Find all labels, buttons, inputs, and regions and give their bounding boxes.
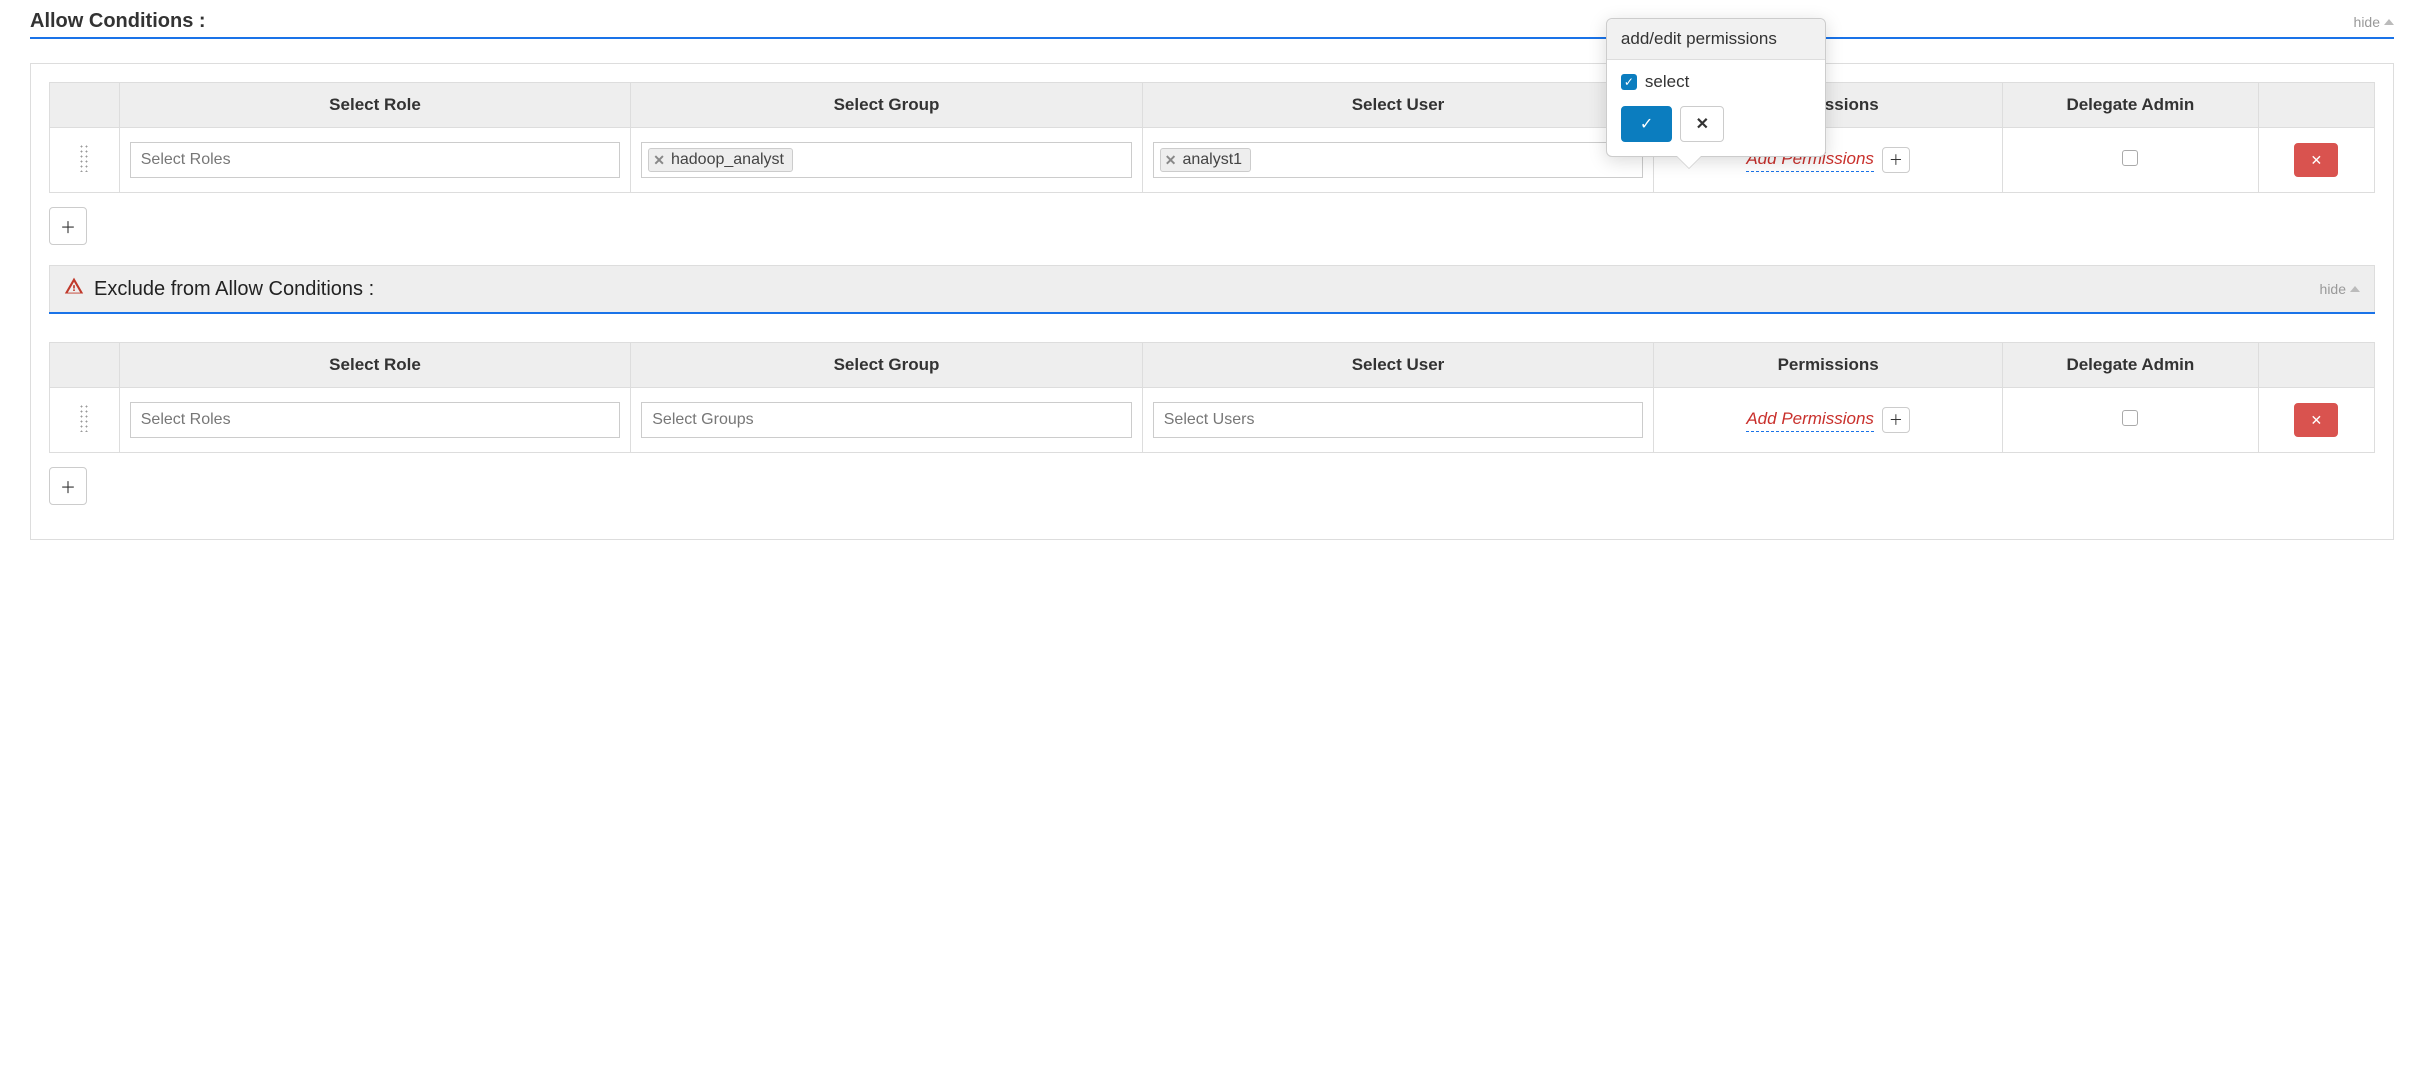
add-permissions-link[interactable]: Add Permissions: [1746, 409, 1874, 432]
user-input[interactable]: Select Users: [1153, 402, 1644, 438]
allow-conditions-title: Allow Conditions :: [30, 10, 206, 33]
col-role-header: Select Role: [119, 343, 631, 388]
check-icon: ✓: [1640, 114, 1653, 134]
group-tag-label: hadoop_analyst: [671, 151, 784, 169]
drag-handle-icon[interactable]: [79, 404, 89, 432]
exclude-header: Exclude from Allow Conditions : hide: [49, 265, 2375, 312]
popover-cancel-button[interactable]: ✕: [1680, 106, 1724, 142]
col-role-header: Select Role: [119, 83, 631, 128]
delete-row-button[interactable]: ✕: [2294, 143, 2338, 177]
checkbox-checked-icon[interactable]: [1621, 74, 1637, 90]
col-action-header: [2258, 83, 2374, 128]
popover-confirm-button[interactable]: ✓: [1621, 106, 1672, 142]
role-input[interactable]: Select Roles: [130, 142, 621, 178]
caret-up-icon: [2350, 286, 2360, 292]
user-input[interactable]: ✕ analyst1: [1153, 142, 1644, 178]
col-group-header: Select Group: [631, 83, 1143, 128]
popover-title: add/edit permissions: [1607, 19, 1825, 60]
allow-table: Select Role Select Group Select User Per…: [49, 82, 2375, 193]
add-permission-button[interactable]: ＋: [1882, 407, 1910, 433]
col-delegate-header: Delegate Admin: [2003, 343, 2259, 388]
close-icon: ✕: [1696, 114, 1709, 134]
plus-icon: ＋: [1889, 410, 1903, 430]
delegate-admin-checkbox[interactable]: [2122, 410, 2138, 426]
exclude-table-row: Select Roles Select Groups Select Users: [50, 388, 2375, 453]
allow-conditions-header: Allow Conditions : hide: [30, 10, 2394, 39]
allow-panel: add/edit permissions select ✓ ✕: [30, 63, 2394, 540]
group-input[interactable]: ✕ hadoop_analyst: [641, 142, 1132, 178]
close-icon: ✕: [2311, 152, 2323, 169]
caret-up-icon: [2384, 19, 2394, 25]
col-user-header: Select User: [1142, 83, 1654, 128]
exclude-hide-toggle[interactable]: hide: [2320, 281, 2360, 297]
drag-header: [50, 343, 120, 388]
plus-icon: ＋: [1889, 150, 1903, 170]
user-tag: ✕ analyst1: [1160, 148, 1251, 172]
add-permission-button[interactable]: ＋: [1882, 147, 1910, 173]
allow-table-row: Select Roles ✕ hadoop_analyst: [50, 128, 2375, 193]
permission-option-label: select: [1645, 72, 1689, 92]
col-user-header: Select User: [1142, 343, 1654, 388]
col-perm-header: Permissions: [1654, 343, 2003, 388]
delete-row-button[interactable]: ✕: [2294, 403, 2338, 437]
drag-handle-icon[interactable]: [79, 144, 89, 172]
permissions-popover: add/edit permissions select ✓ ✕: [1606, 18, 1826, 157]
add-allow-row-button[interactable]: ＋: [49, 207, 87, 245]
exclude-title: Exclude from Allow Conditions :: [94, 278, 374, 301]
delegate-admin-checkbox[interactable]: [2122, 150, 2138, 166]
plus-icon: ＋: [60, 214, 76, 238]
group-placeholder: Select Groups: [648, 411, 753, 429]
plus-icon: ＋: [60, 474, 76, 498]
drag-header: [50, 83, 120, 128]
popover-caret-icon: [1677, 156, 1701, 168]
user-tag-label: analyst1: [1182, 151, 1242, 169]
role-input[interactable]: Select Roles: [130, 402, 621, 438]
allow-hide-toggle[interactable]: hide: [2354, 14, 2394, 30]
remove-tag-icon[interactable]: ✕: [653, 152, 665, 169]
permission-option-select[interactable]: select: [1621, 72, 1811, 92]
role-placeholder: Select Roles: [137, 151, 231, 169]
col-action-header: [2258, 343, 2374, 388]
user-placeholder: Select Users: [1160, 411, 1255, 429]
remove-tag-icon[interactable]: ✕: [1165, 152, 1177, 169]
group-tag: ✕ hadoop_analyst: [648, 148, 793, 172]
warning-icon: [64, 276, 84, 302]
col-delegate-header: Delegate Admin: [2003, 83, 2259, 128]
group-input[interactable]: Select Groups: [641, 402, 1132, 438]
add-exclude-row-button[interactable]: ＋: [49, 467, 87, 505]
hide-label: hide: [2354, 14, 2380, 30]
role-placeholder: Select Roles: [137, 411, 231, 429]
col-group-header: Select Group: [631, 343, 1143, 388]
exclude-table: Select Role Select Group Select User Per…: [49, 342, 2375, 453]
hide-label: hide: [2320, 281, 2346, 297]
close-icon: ✕: [2311, 412, 2323, 429]
